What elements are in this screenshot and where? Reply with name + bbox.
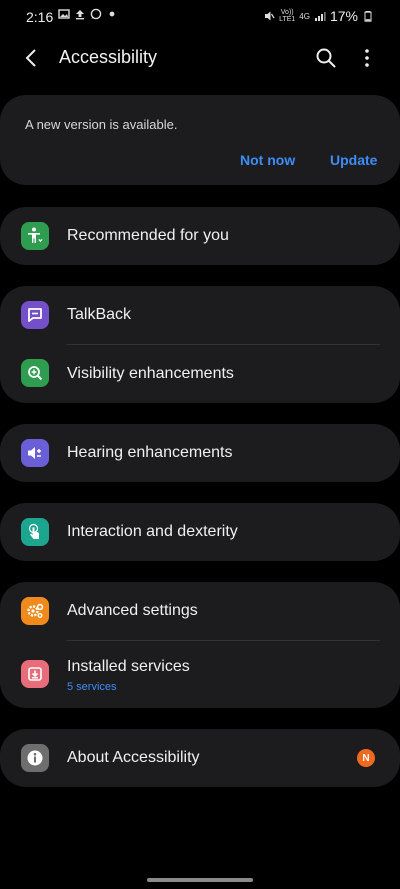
chat-bubble-icon [21, 301, 49, 329]
hearing-label: Hearing enhancements [67, 444, 233, 461]
status-time: 2:16 [26, 9, 54, 25]
upload-icon [76, 10, 84, 20]
back-button[interactable] [20, 46, 44, 70]
download-box-icon [21, 660, 49, 688]
dot-icon [109, 11, 115, 17]
new-badge: N [357, 749, 375, 767]
list-item-advanced[interactable]: Advanced settings [0, 582, 400, 640]
back-arrow-icon [25, 49, 36, 67]
volte-text: Vo)) [280, 9, 294, 16]
app-bar: Accessibility [0, 34, 400, 82]
installed-count: 5 services [67, 681, 117, 693]
recommended-label: Recommended for you [67, 227, 229, 244]
page-title: Accessibility [59, 47, 158, 67]
interaction-card: Interaction and dexterity [0, 503, 400, 561]
not-now-button[interactable]: Not now [240, 152, 295, 168]
advanced-label: Advanced settings [67, 602, 198, 619]
network-type: 4G [299, 11, 310, 21]
search-icon [316, 48, 336, 68]
notification-icons [58, 8, 118, 20]
gears-icon [21, 597, 49, 625]
about-card: About Accessibility N [0, 729, 400, 787]
list-item-visibility[interactable]: Visibility enhancements [0, 345, 400, 403]
advanced-card: Advanced settings Installed services 5 s… [0, 582, 400, 708]
home-indicator[interactable] [147, 878, 253, 882]
battery-percent: 17% [329, 8, 358, 24]
signal-icon [314, 12, 326, 21]
person-heart-icon [21, 222, 49, 250]
update-button[interactable]: Update [330, 152, 377, 168]
hearing-card: Hearing enhancements [0, 424, 400, 482]
lte-text: LTE1 [279, 16, 296, 23]
visibility-label: Visibility enhancements [67, 365, 234, 382]
recommended-card: Recommended for you [0, 207, 400, 265]
list-item-recommended[interactable]: Recommended for you [0, 207, 400, 265]
volte-indicator: Vo)) LTE1 [279, 9, 295, 23]
list-item-hearing[interactable]: Hearing enhancements [0, 424, 400, 482]
battery-icon [364, 11, 372, 22]
zoom-in-icon [21, 359, 49, 387]
whatsapp-icon [90, 8, 102, 20]
about-label: About Accessibility [67, 749, 200, 766]
touch-hand-icon [21, 518, 49, 546]
list-item-interaction[interactable]: Interaction and dexterity [0, 503, 400, 561]
list-item-about[interactable]: About Accessibility N [0, 729, 400, 787]
interaction-label: Interaction and dexterity [67, 523, 238, 540]
mute-icon [265, 11, 275, 21]
status-bar: 2:16 Vo)) LTE1 4G 17% [0, 0, 400, 34]
image-notification-icon [58, 9, 70, 19]
update-banner: A new version is available. Not now Upda… [0, 95, 400, 185]
installed-label: Installed services [67, 658, 190, 675]
info-icon [21, 744, 49, 772]
speaker-icon [21, 439, 49, 467]
status-right: Vo)) LTE1 4G 17% [263, 8, 374, 24]
list-item-installed[interactable]: Installed services 5 services [0, 641, 400, 708]
search-button[interactable] [314, 46, 338, 70]
more-options-button[interactable] [355, 46, 379, 70]
more-vert-icon [365, 49, 369, 67]
update-message: A new version is available. [25, 117, 178, 132]
list-item-talkback[interactable]: TalkBack [0, 286, 400, 344]
vision-card: TalkBack Visibility enhancements [0, 286, 400, 403]
talkback-label: TalkBack [67, 306, 132, 323]
